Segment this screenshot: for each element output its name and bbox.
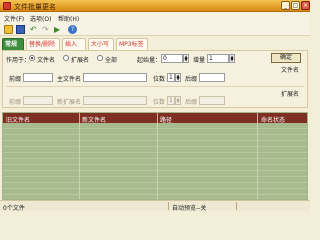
suffix-label: 后缀 [185, 76, 198, 83]
digits-label: 位数 [153, 76, 166, 83]
tab-general[interactable]: 常规 [2, 38, 24, 50]
menu-bar: 文件(F) 选项(O) 帮助(H) [0, 12, 310, 23]
table-body [3, 123, 307, 199]
minimize-button[interactable]: _ [281, 1, 290, 10]
tab-insert[interactable]: 插入 [62, 38, 86, 50]
extension-heading: 扩展名 [281, 91, 300, 98]
status-bar: 0个文件 自动预览--关 [0, 200, 310, 212]
app-icon [3, 2, 11, 10]
prefix-field[interactable] [23, 73, 53, 82]
menu-file[interactable]: 文件(F) [4, 14, 24, 23]
digits-field[interactable]: 1 [167, 73, 175, 82]
start-value-field[interactable]: 0 [161, 54, 183, 63]
new-ext-label: 新扩展名 [57, 99, 82, 106]
maximize-button[interactable]: □ [291, 1, 300, 10]
main-name-label: 主文件名 [57, 76, 82, 83]
radio-filename-label: 文件名 [37, 57, 56, 64]
table-header: 旧文件名 新文件名 路径 命名状态 [3, 113, 307, 124]
ext-digits-label: 位数 [153, 99, 166, 106]
auto-preview-status: 自动预览--关 [172, 205, 207, 212]
ext-digits-field[interactable]: 1 [167, 96, 175, 105]
main-name-field[interactable] [83, 73, 147, 82]
ext-prefix-field[interactable] [23, 96, 53, 105]
run-icon[interactable]: ▶ [54, 25, 63, 34]
file-count: 0个文件 [3, 205, 25, 212]
start-label: 起始量： [137, 57, 162, 64]
redo-icon[interactable]: ↷ [42, 25, 51, 34]
menu-options[interactable]: 选项(O) [30, 14, 51, 23]
ext-digits-spinner[interactable]: ▲ ▼ [175, 96, 181, 105]
start-spinner[interactable]: ▲ ▼ [183, 54, 189, 63]
radio-all-label: 全部 [105, 57, 118, 64]
title-bar: 文件批量更名 _ □ × [0, 0, 310, 12]
help-icon[interactable]: ? [68, 25, 77, 34]
section-divider [6, 86, 304, 87]
new-ext-field[interactable] [83, 96, 147, 105]
undo-icon[interactable]: ↶ [30, 25, 39, 34]
confirm-button[interactable]: 确定 [271, 53, 301, 63]
save-icon[interactable] [16, 25, 25, 34]
general-panel: 作用于： 文件名 扩展名 全部 起始量： 0 ▲ ▼ 增量 1 ▲ ▼ 确定 文件名… [2, 50, 308, 108]
increment-field[interactable]: 1 [207, 54, 229, 63]
window-title: 文件批量更名 [14, 3, 56, 11]
radio-extension-label: 扩展名 [71, 57, 90, 64]
applies-to-label: 作用于： [6, 57, 31, 64]
open-folder-icon[interactable] [4, 25, 13, 34]
ext-suffix-field[interactable] [199, 96, 225, 105]
file-list-table[interactable]: 旧文件名 新文件名 路径 命名状态 [2, 112, 308, 200]
filename-heading: 文件名 [281, 67, 300, 74]
tab-replace-delete[interactable]: 替换/删除 [26, 38, 60, 50]
radio-filename[interactable] [29, 55, 35, 61]
close-button[interactable]: × [301, 1, 310, 10]
ext-prefix-label: 前缀 [9, 99, 22, 106]
ext-suffix-label: 后缀 [185, 99, 198, 106]
digits-spinner[interactable]: ▲ ▼ [175, 73, 181, 82]
tab-case[interactable]: 大小写 [88, 38, 114, 50]
tab-strip: 常规 替换/删除 插入 大小写 MP3标签 [2, 38, 308, 50]
increment-label: 增量 [193, 57, 206, 64]
prefix-label: 前缀 [9, 76, 22, 83]
suffix-field[interactable] [199, 73, 225, 82]
toolbar: ↶ ↷ ▶ ? [0, 23, 310, 36]
increment-spinner[interactable]: ▲ ▼ [229, 54, 235, 63]
tab-mp3-tags[interactable]: MP3标签 [116, 38, 148, 50]
menu-help[interactable]: 帮助(H) [58, 14, 79, 23]
radio-extension[interactable] [63, 55, 69, 61]
radio-all[interactable] [97, 55, 103, 61]
